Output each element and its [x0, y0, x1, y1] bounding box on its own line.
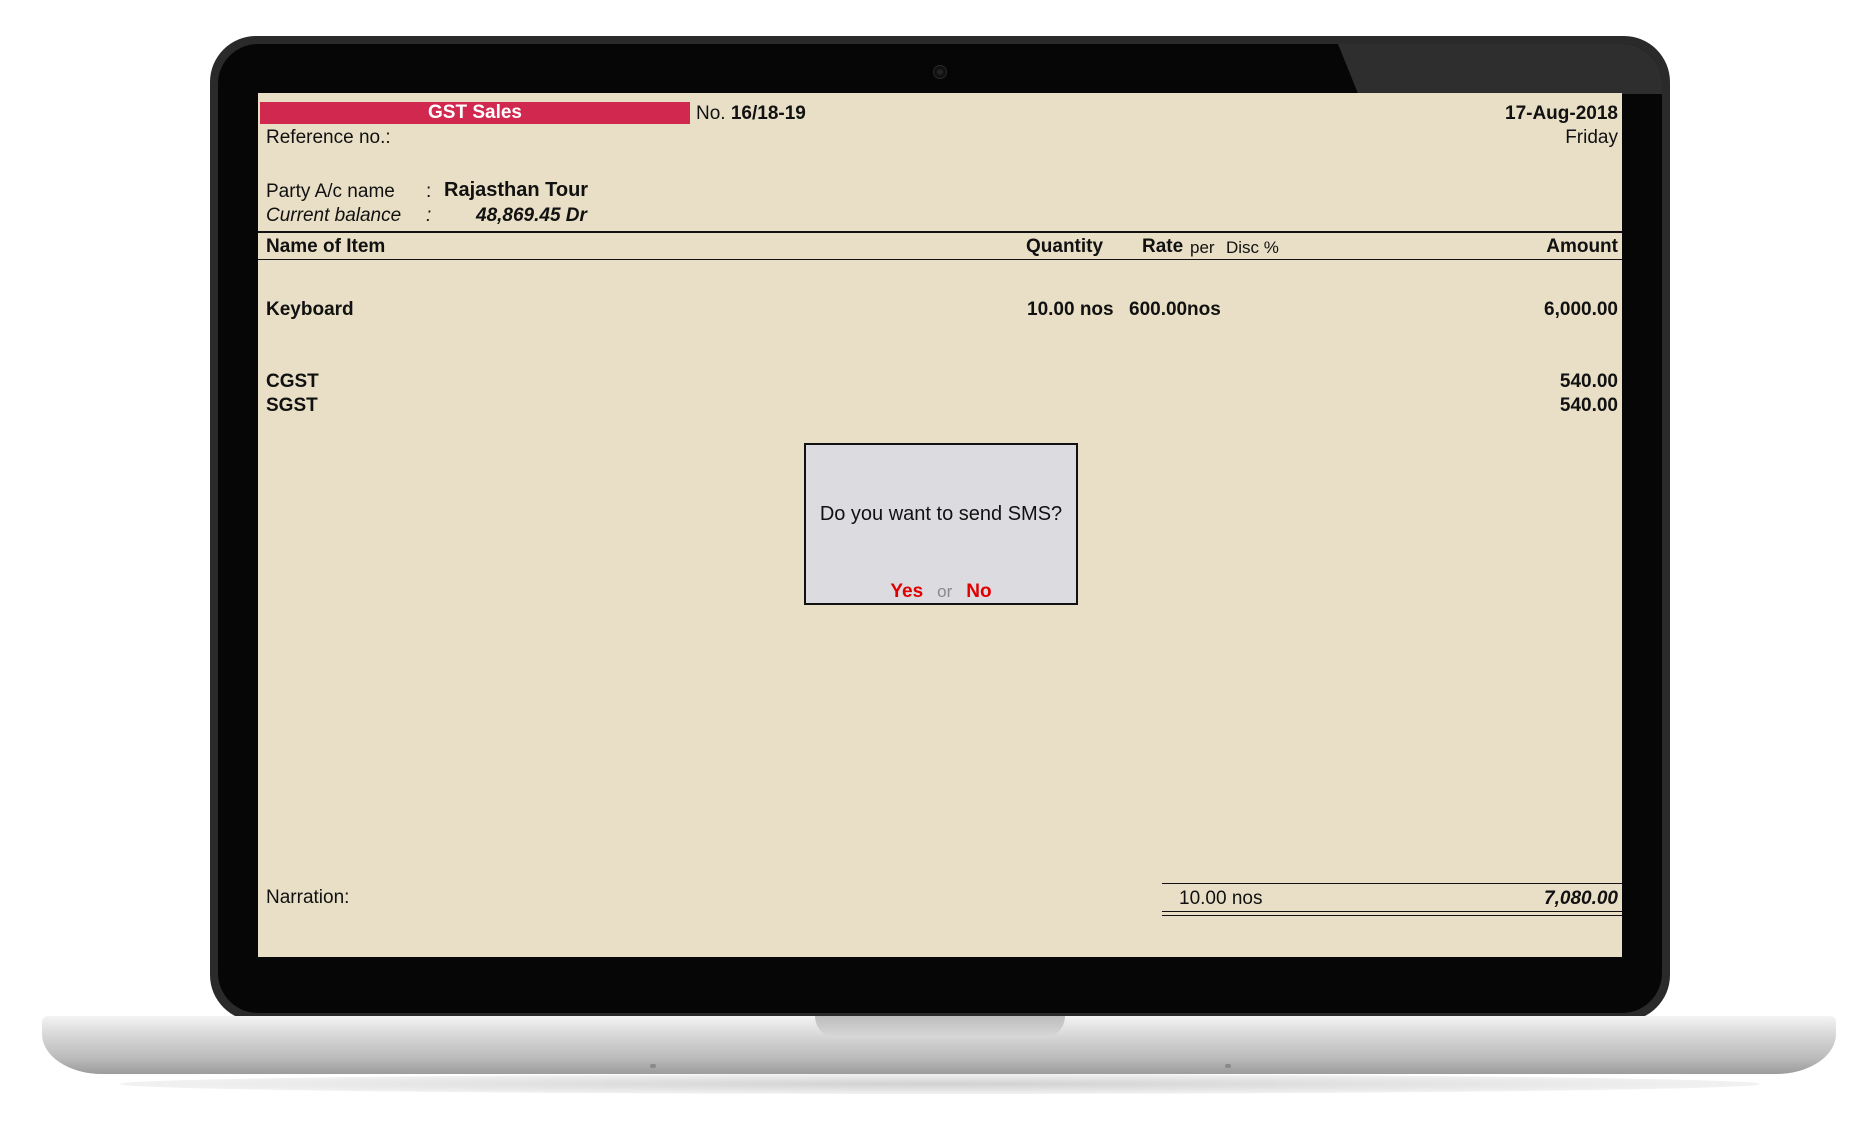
voucher-day: Friday [1565, 127, 1618, 148]
item-rate[interactable]: 600.00 [1129, 299, 1187, 321]
dialog-or-text: or [937, 582, 953, 601]
narration-field[interactable]: Narration: [266, 887, 349, 909]
laptop-base-notch [815, 1016, 1065, 1038]
current-balance-value: 48,869.45 Dr [476, 205, 587, 226]
total-underline [1162, 911, 1622, 912]
total-amount: 7,080.00 [1544, 888, 1618, 909]
total-divider [1162, 883, 1622, 884]
column-header-disc: Disc % [1226, 238, 1279, 257]
column-header-per: per [1190, 238, 1215, 257]
laptop-foot [1225, 1064, 1231, 1068]
party-name-colon: : [426, 181, 432, 202]
voucher-type-title: GST Sales [260, 102, 690, 124]
current-balance-label: Current balance [266, 205, 402, 226]
laptop-shadow [120, 1074, 1760, 1094]
voucher-date[interactable]: 17-Aug-2018 [1505, 103, 1618, 125]
party-name-field[interactable]: Rajasthan Tour [444, 179, 588, 202]
tax-amount-cgst[interactable]: 540.00 [1560, 371, 1618, 393]
column-header-quantity: Quantity [1026, 236, 1104, 257]
voucher-number-value[interactable]: 16/18-19 [731, 103, 806, 124]
dialog-options: Yes or No [806, 581, 1076, 603]
item-per[interactable]: nos [1187, 299, 1221, 321]
voucher-number-label: No. [696, 103, 726, 124]
party-name-label: Party A/c name [266, 181, 395, 202]
header-divider-bottom [258, 259, 1622, 260]
laptop-foot [650, 1064, 656, 1068]
yes-button[interactable]: Yes [890, 581, 923, 602]
voucher-screen: GST Sales No. 16/18-19 17-Aug-2018 Frida… [258, 93, 1622, 957]
column-header-name: Name of Item [266, 236, 386, 257]
item-amount[interactable]: 6,000.00 [1544, 299, 1618, 321]
tax-name-sgst[interactable]: SGST [266, 395, 318, 417]
current-balance-colon: : [426, 205, 432, 226]
bezel-glare [1338, 44, 1662, 94]
dialog-question: Do you want to send SMS? [819, 503, 1063, 525]
total-underline-double [1162, 915, 1622, 916]
column-header-rate: Rate [1142, 236, 1184, 257]
tax-name-cgst[interactable]: CGST [266, 371, 319, 393]
header-divider [258, 231, 1622, 233]
total-quantity: 10.00 nos [1179, 888, 1263, 909]
item-name[interactable]: Keyboard [266, 299, 354, 321]
item-quantity[interactable]: 10.00 nos [1027, 299, 1114, 321]
tax-amount-sgst[interactable]: 540.00 [1560, 395, 1618, 417]
no-button[interactable]: No [966, 581, 991, 602]
webcam-icon [934, 66, 946, 78]
sms-confirm-dialog: Do you want to send SMS? Yes or No [804, 443, 1078, 605]
laptop-frame: GST Sales No. 16/18-19 17-Aug-2018 Frida… [0, 0, 1875, 1125]
reference-number-field[interactable]: Reference no.: [266, 127, 391, 149]
column-header-amount: Amount [1546, 236, 1618, 257]
voucher-number: No. 16/18-19 [696, 103, 806, 125]
